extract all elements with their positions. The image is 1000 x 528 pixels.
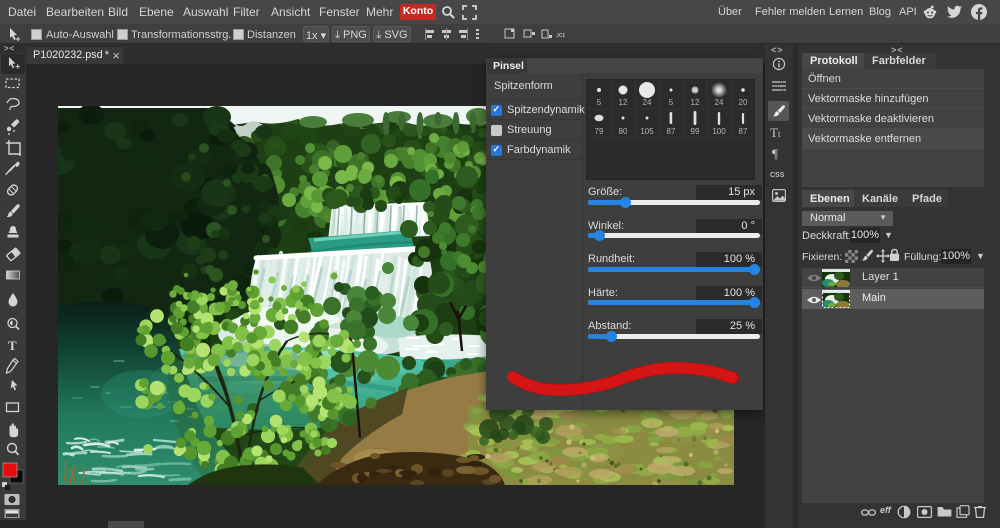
svg-text:87: 87 xyxy=(667,127,676,136)
svg-text:100: 100 xyxy=(712,127,726,136)
svg-text:T: T xyxy=(8,338,17,353)
svg-text:5: 5 xyxy=(669,98,674,107)
svg-text:24: 24 xyxy=(715,98,724,107)
svg-text:87: 87 xyxy=(739,127,748,136)
svg-text:24: 24 xyxy=(643,98,652,107)
svg-text:12: 12 xyxy=(691,98,700,107)
svg-text:20: 20 xyxy=(739,98,748,107)
svg-text:105: 105 xyxy=(640,127,654,136)
svg-text:80: 80 xyxy=(619,127,628,136)
svg-text:12: 12 xyxy=(619,98,628,107)
svg-text:5: 5 xyxy=(597,98,602,107)
svg-text:99: 99 xyxy=(691,127,700,136)
svg-text:79: 79 xyxy=(595,127,604,136)
svg-text:ᴊᴄɪ: ᴊᴄɪ xyxy=(556,32,565,39)
